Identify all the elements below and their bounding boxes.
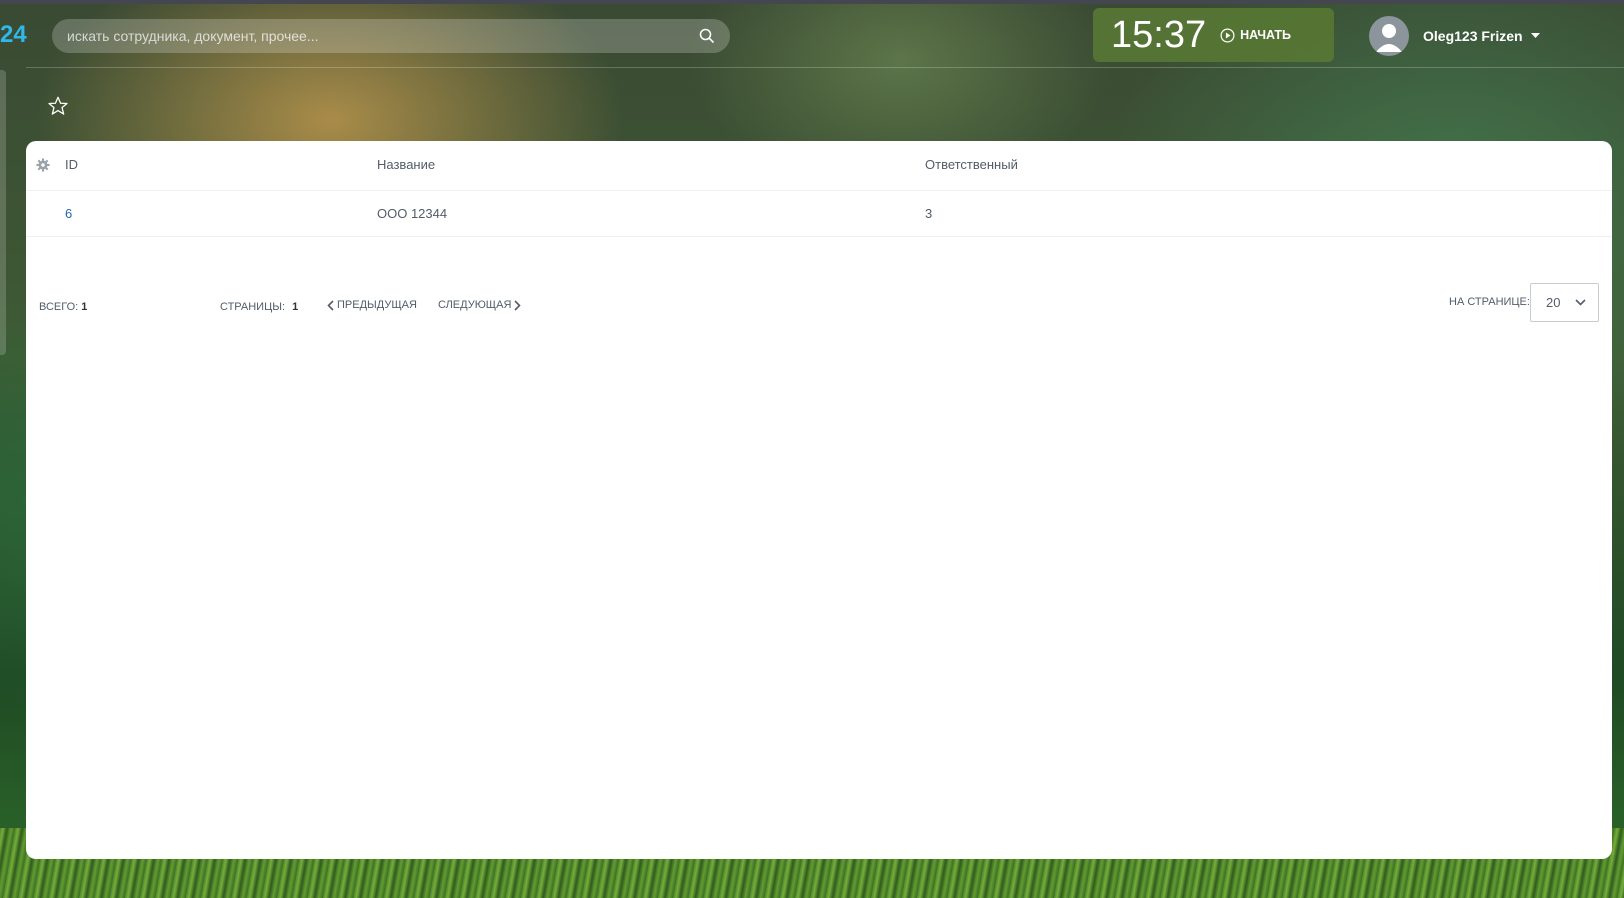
per-page-label: НА СТРАНИЦЕ: bbox=[1449, 296, 1530, 308]
next-page-label: СЛЕДУЮЩАЯ bbox=[438, 299, 512, 311]
cell-responsible: 3 bbox=[925, 206, 933, 221]
search-icon[interactable] bbox=[690, 19, 724, 53]
per-page-select[interactable]: 20 bbox=[1530, 283, 1599, 322]
window-top-line bbox=[0, 0, 1624, 4]
search-input[interactable] bbox=[52, 27, 690, 45]
total-value: 1 bbox=[81, 301, 88, 313]
user-menu[interactable]: Oleg123 Frizen bbox=[1369, 16, 1540, 56]
prev-page-button[interactable]: ПРЕДЫДУЩАЯ bbox=[324, 299, 417, 311]
chevron-left-icon bbox=[327, 299, 334, 311]
prev-page-label: ПРЕДЫДУЩАЯ bbox=[337, 299, 417, 311]
column-header-responsible[interactable]: Ответственный bbox=[925, 157, 1018, 172]
main-panel: ID Название Ответственный 6 ООО 12344 3 … bbox=[26, 141, 1612, 859]
user-name[interactable]: Oleg123 Frizen bbox=[1423, 28, 1523, 44]
left-sidebar-edge[interactable] bbox=[0, 70, 6, 355]
cell-id[interactable]: 6 bbox=[65, 206, 72, 221]
chevron-right-icon bbox=[514, 299, 522, 311]
header-divider bbox=[26, 67, 1624, 68]
gear-icon[interactable] bbox=[36, 158, 50, 177]
table-header: ID Название Ответственный bbox=[26, 141, 1612, 191]
timer-time: 15:37 bbox=[1111, 13, 1207, 56]
pages-info: СТРАНИЦЫ: 1 bbox=[220, 301, 298, 313]
total-count: ВСЕГО: 1 bbox=[39, 301, 87, 313]
cell-name[interactable]: ООО 12344 bbox=[377, 206, 447, 221]
play-icon bbox=[1220, 28, 1235, 42]
total-label: ВСЕГО: bbox=[39, 301, 79, 313]
table-row[interactable]: 6 ООО 12344 3 bbox=[26, 191, 1612, 237]
star-icon[interactable] bbox=[47, 95, 69, 122]
workday-timer[interactable]: 15:37 НАЧАТЬ bbox=[1093, 8, 1334, 62]
start-workday-button[interactable]: НАЧАТЬ bbox=[1220, 28, 1291, 43]
per-page-value: 20 bbox=[1546, 295, 1561, 310]
caret-down-icon[interactable] bbox=[1530, 33, 1540, 39]
pages-label: СТРАНИЦЫ: bbox=[220, 301, 286, 313]
start-workday-label: НАЧАТЬ bbox=[1240, 28, 1292, 42]
logo-fragment[interactable]: 24 bbox=[0, 21, 27, 49]
chevron-down-icon bbox=[1575, 299, 1586, 306]
column-header-name[interactable]: Название bbox=[377, 157, 435, 172]
pages-value[interactable]: 1 bbox=[292, 301, 298, 313]
next-page-button[interactable]: СЛЕДУЮЩАЯ bbox=[438, 299, 524, 311]
search-bar[interactable] bbox=[52, 19, 730, 53]
column-header-id[interactable]: ID bbox=[65, 157, 78, 172]
user-avatar-icon[interactable] bbox=[1369, 16, 1409, 56]
